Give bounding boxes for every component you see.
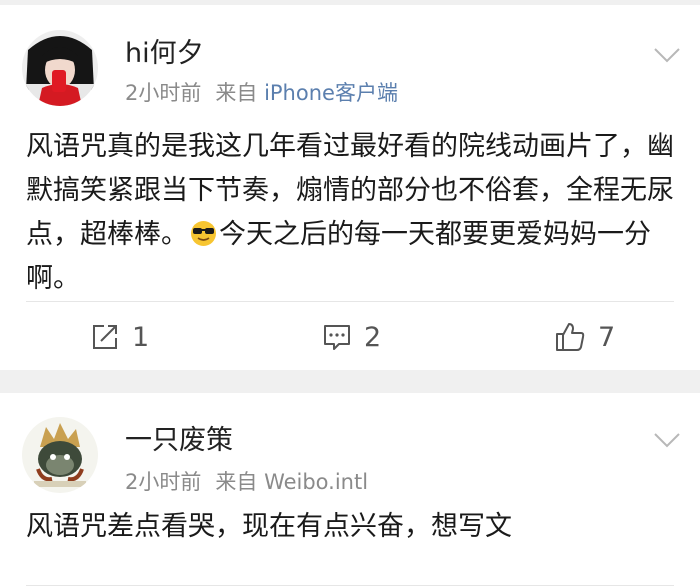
divider (26, 301, 674, 302)
post-meta: 2小时前 来自 Weibo.intl (125, 469, 368, 495)
source-link[interactable]: iPhone客户端 (264, 81, 398, 105)
username[interactable]: hi何夕 (125, 38, 204, 70)
avatar[interactable] (22, 30, 98, 106)
post-text: 风语咒差点看哭，现在有点兴奋，想写文 (26, 511, 512, 542)
divider (26, 585, 674, 586)
comment-button[interactable]: 2 (322, 317, 381, 357)
post-meta: 2小时前 来自 iPhone客户端 (125, 80, 398, 106)
source-prefix: 来自 (215, 470, 258, 494)
username[interactable]: 一只废策 (125, 425, 233, 457)
post-time: 2小时前 (125, 470, 202, 494)
repost-button[interactable]: 1 (90, 317, 149, 357)
like-count: 7 (598, 321, 616, 353)
post-text: 风语咒真的是我这几年看过最好看的院线动画片了，幽默搞笑紧跟当下节奏，煽情的部分也… (26, 131, 674, 294)
thumbs-up-icon (556, 323, 585, 351)
chevron-down-icon[interactable] (652, 430, 682, 450)
post-card: hi何夕 2小时前 来自 iPhone客户端 风语咒真的是我这几年看过最好看的院线… (0, 5, 700, 370)
avatar[interactable] (22, 417, 98, 493)
repost-icon (93, 325, 117, 349)
like-button[interactable]: 7 (554, 317, 615, 357)
comment-icon (324, 325, 350, 350)
post-card: 一只废策 2小时前 来自 Weibo.intl 风语咒差点看哭，现在有点兴奋，想写… (0, 393, 700, 588)
chevron-down-icon[interactable] (652, 45, 682, 65)
source-prefix: 来自 (215, 81, 258, 105)
repost-count: 1 (132, 321, 150, 353)
source-link[interactable]: Weibo.intl (264, 470, 368, 494)
sunglasses-emoji-icon (190, 217, 217, 246)
post-time: 2小时前 (125, 81, 202, 105)
comment-count: 2 (364, 321, 382, 353)
